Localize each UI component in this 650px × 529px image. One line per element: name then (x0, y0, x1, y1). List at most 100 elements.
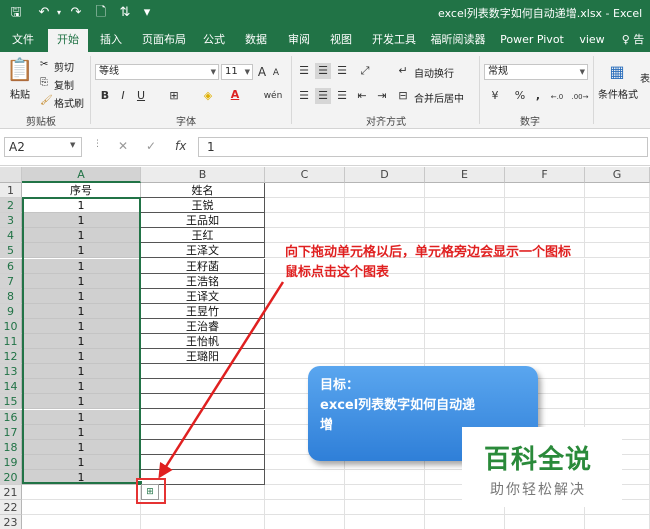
cell-f3[interactable] (505, 213, 585, 228)
cell-c21[interactable] (265, 485, 345, 500)
cell-a7[interactable]: 1 (22, 274, 141, 289)
cancel-icon[interactable]: ✕ (118, 139, 128, 153)
cell-c20[interactable] (265, 470, 345, 485)
cell-c2[interactable] (265, 198, 345, 213)
cell-d21[interactable] (345, 485, 425, 500)
select-all-corner[interactable] (0, 167, 22, 183)
undo-icon[interactable]: ↶ (36, 4, 52, 22)
cell-b18[interactable] (141, 440, 265, 455)
cell-a22[interactable] (22, 500, 141, 515)
cell-c9[interactable] (265, 304, 345, 319)
cell-g7[interactable] (585, 274, 650, 289)
cell-d8[interactable] (345, 289, 425, 304)
save-icon[interactable]: 🖫 (8, 4, 24, 22)
tab-foxit-reader[interactable]: 福昕阅读器 (428, 27, 488, 52)
cell-e8[interactable] (425, 289, 505, 304)
conditional-format-icon[interactable]: ▦ (606, 60, 628, 84)
cell-e23[interactable] (425, 515, 505, 529)
row-header[interactable]: 4 (0, 228, 22, 243)
row-header[interactable]: 6 (0, 259, 22, 274)
column-header-e[interactable]: E (425, 167, 505, 183)
cell-b2[interactable]: 王锐 (141, 198, 265, 213)
cell-f8[interactable] (505, 289, 585, 304)
tab-data[interactable]: 数据 (240, 27, 272, 52)
row-header[interactable]: 15 (0, 394, 22, 409)
grow-font-button[interactable]: A (256, 64, 268, 80)
fill-color-icon[interactable]: ◈ (200, 88, 216, 104)
cell-b23[interactable] (141, 515, 265, 529)
column-header-g[interactable]: G (585, 167, 650, 183)
cell-a16[interactable]: 1 (22, 410, 141, 425)
copy-icon[interactable]: ⎘ (40, 77, 48, 88)
row-header[interactable]: 1 (0, 183, 22, 198)
align-middle-icon[interactable]: ☰ (315, 63, 331, 79)
cell-d3[interactable] (345, 213, 425, 228)
cell-g14[interactable] (585, 379, 650, 394)
tab-file[interactable]: 文件 (6, 27, 40, 52)
cell-g5[interactable] (585, 243, 650, 258)
cell-e12[interactable] (425, 349, 505, 364)
italic-button[interactable]: I (116, 88, 130, 104)
column-header-d[interactable]: D (345, 167, 425, 183)
increase-indent-icon[interactable]: ⇥ (374, 88, 390, 104)
copy-button[interactable]: 复制 (54, 77, 74, 92)
cell-f23[interactable] (505, 515, 585, 529)
cell-b11[interactable]: 王怡帆 (141, 334, 265, 349)
cell-b3[interactable]: 王品如 (141, 213, 265, 228)
cell-d22[interactable] (345, 500, 425, 515)
cell-c12[interactable] (265, 349, 345, 364)
sort-icon[interactable]: ⇅ (117, 4, 133, 22)
cell-e10[interactable] (425, 319, 505, 334)
cell-a14[interactable]: 1 (22, 379, 141, 394)
cell-a9[interactable]: 1 (22, 304, 141, 319)
cell-a3[interactable]: 1 (22, 213, 141, 228)
tab-view[interactable]: 视图 (325, 27, 357, 52)
cell-a10[interactable]: 1 (22, 319, 141, 334)
cell-a6[interactable]: 1 (22, 259, 141, 274)
tab-view-en[interactable]: view (576, 27, 608, 52)
cut-icon[interactable]: ✂ (40, 59, 48, 70)
cell-g23[interactable] (585, 515, 650, 529)
cell-e4[interactable] (425, 228, 505, 243)
cell-f10[interactable] (505, 319, 585, 334)
redo-icon[interactable]: ↷ (68, 4, 84, 22)
percent-button[interactable]: % (512, 88, 528, 104)
border-icon[interactable]: ⊞ (166, 88, 182, 104)
customize-qat-icon[interactable]: ▾ (142, 4, 152, 22)
font-name-select[interactable]: 等线 ▼ (95, 64, 219, 80)
cell-d20[interactable] (345, 470, 425, 485)
cell-g2[interactable] (585, 198, 650, 213)
column-header-b[interactable]: B (141, 167, 265, 183)
column-header-c[interactable]: C (265, 167, 345, 183)
row-header[interactable]: 12 (0, 349, 22, 364)
decrease-decimal-button[interactable]: .00→ (569, 89, 591, 105)
row-header[interactable]: 23 (0, 515, 22, 529)
row-header[interactable]: 22 (0, 500, 22, 515)
cell-d23[interactable] (345, 515, 425, 529)
cell-b6[interactable]: 王籽菡 (141, 259, 265, 274)
cell-g9[interactable] (585, 304, 650, 319)
cell-f4[interactable] (505, 228, 585, 243)
row-header[interactable]: 17 (0, 425, 22, 440)
cell-e11[interactable] (425, 334, 505, 349)
cell-a5[interactable]: 1 (22, 243, 141, 258)
cell-d4[interactable] (345, 228, 425, 243)
cell-e9[interactable] (425, 304, 505, 319)
paste-button[interactable]: 粘贴 (10, 86, 30, 101)
cell-e1[interactable] (425, 183, 505, 198)
format-as-table-button[interactable]: 表 (640, 70, 650, 85)
align-bottom-icon[interactable]: ☰ (334, 63, 350, 79)
cell-b13[interactable] (141, 364, 265, 379)
row-header[interactable]: 11 (0, 334, 22, 349)
cut-button[interactable]: 剪切 (54, 59, 74, 74)
cell-d2[interactable] (345, 198, 425, 213)
row-header[interactable]: 19 (0, 455, 22, 470)
cell-b1[interactable]: 姓名 (141, 183, 265, 198)
row-header[interactable]: 7 (0, 274, 22, 289)
cell-g8[interactable] (585, 289, 650, 304)
tell-me[interactable]: ♀ 告 (616, 27, 650, 52)
align-left-icon[interactable]: ☰ (296, 88, 312, 104)
cell-a21[interactable] (22, 485, 141, 500)
row-header[interactable]: 5 (0, 243, 22, 258)
cell-g6[interactable] (585, 259, 650, 274)
